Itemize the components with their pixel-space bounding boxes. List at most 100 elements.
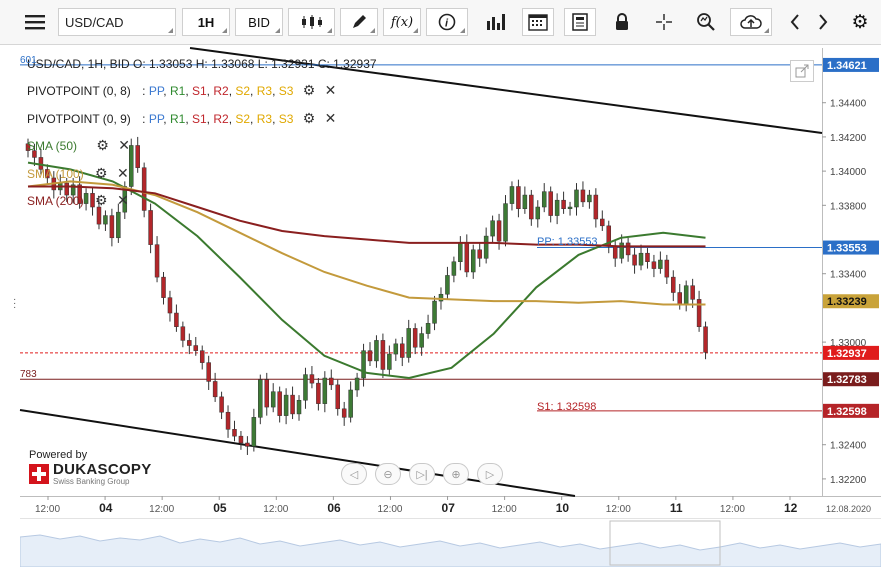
zoom-in-button[interactable]: ⊕ <box>443 463 469 485</box>
candle-body <box>703 326 708 353</box>
candle-body <box>258 379 263 418</box>
time-tick-label: 12:00 <box>149 504 174 515</box>
nav-forward-button[interactable]: ▷ <box>477 463 503 485</box>
pivot-legend-1: PIVOTPOINT (0, 8) : PP, R1, S1, R2, S2, … <box>27 82 336 99</box>
candle-body <box>690 285 695 300</box>
candle-body <box>509 186 515 204</box>
sma-line-50 <box>27 161 706 380</box>
candle-body <box>361 350 366 379</box>
candle-body <box>161 276 166 298</box>
candle-body <box>638 252 644 266</box>
nav-back-button[interactable]: ◁ <box>341 463 367 485</box>
candle-body <box>341 408 347 418</box>
dukascopy-logo[interactable]: DUKASCOPY Swiss Banking Group <box>29 462 152 486</box>
pivot-level-pp: PP <box>148 84 164 98</box>
candle-body <box>619 242 624 259</box>
expand-chart-button[interactable] <box>790 60 814 82</box>
candle-body <box>664 259 670 278</box>
price-tick-label: 1.34000 <box>830 167 867 178</box>
candle-body <box>651 261 657 269</box>
level-label-cut-mid: 783 <box>20 369 37 380</box>
pivot-level-s3: S3 <box>278 112 294 126</box>
candle-body <box>251 417 257 447</box>
candle-body <box>309 374 315 384</box>
price-tag: 1.33239 <box>827 296 867 308</box>
pivot1-levels: : PP, R1, S1, R2, S2, R3, S3 <box>142 84 294 98</box>
candle-body <box>600 218 605 227</box>
candle-body <box>548 191 553 216</box>
candle-body <box>483 235 489 259</box>
candle-body <box>535 206 541 220</box>
candle-body <box>470 249 476 273</box>
close-icon[interactable]: ✕ <box>325 110 337 127</box>
close-icon[interactable]: ✕ <box>118 137 130 154</box>
candle-body <box>187 340 192 346</box>
candle-body <box>322 377 328 404</box>
time-tick-label: 04 <box>99 501 113 515</box>
price-tick-label: 1.33400 <box>830 270 867 281</box>
candle-body <box>316 382 321 404</box>
close-icon[interactable]: ✕ <box>117 165 129 182</box>
time-tick-label: 05 <box>213 501 227 515</box>
candle-body <box>374 340 379 362</box>
candle-body <box>154 244 160 278</box>
time-axis-date: 12.08.2020 <box>826 504 871 514</box>
pivot-level-r2: R2 <box>213 112 229 126</box>
sma200-label: SMA (200) <box>27 194 84 208</box>
pivot-level-r3: R3 <box>256 84 273 98</box>
gear-icon[interactable]: ⚙ <box>96 137 109 154</box>
candle-body <box>335 384 340 410</box>
gear-icon[interactable]: ⚙ <box>95 165 108 182</box>
candle-body <box>477 249 482 259</box>
candle-body <box>219 396 224 413</box>
close-icon[interactable]: ✕ <box>117 192 129 209</box>
candle-body <box>406 328 411 358</box>
time-tick-label: 07 <box>442 501 456 515</box>
candle-body <box>593 194 599 220</box>
triangle-right-icon: ▷ <box>485 468 495 481</box>
close-icon[interactable]: ✕ <box>325 82 337 99</box>
brand-name: DUKASCOPY <box>53 461 152 478</box>
reset-button[interactable]: ▷| <box>409 463 435 485</box>
candle-body <box>458 242 463 262</box>
brand-sub: Swiss Banking Group <box>53 477 130 486</box>
candle-body <box>380 340 386 370</box>
candle-body <box>232 429 237 437</box>
candle-body <box>135 145 140 168</box>
candle-body <box>612 246 618 259</box>
expand-icon <box>795 64 809 78</box>
price-tag: 1.33553 <box>827 243 867 255</box>
sma-line-100 <box>27 180 706 306</box>
candle-body <box>116 211 121 239</box>
candle-body <box>464 242 470 273</box>
sma50-legend: SMA (50) ⚙ ✕ <box>27 137 130 154</box>
pivot-level-s1: S1 <box>191 84 207 98</box>
candle-body <box>632 254 637 266</box>
gear-icon[interactable]: ⚙ <box>303 82 316 99</box>
time-tick-label: 12:00 <box>263 504 288 515</box>
price-tag: 1.32783 <box>827 374 867 386</box>
gear-icon[interactable]: ⚙ <box>303 110 316 127</box>
candle-body <box>541 191 547 208</box>
pivot-level-s2: S2 <box>235 112 251 126</box>
candle-body <box>516 186 521 209</box>
zoom-out-button[interactable]: ⊖ <box>375 463 401 485</box>
candle-body <box>522 194 528 209</box>
candle-body <box>141 167 147 211</box>
gear-icon[interactable]: ⚙ <box>95 192 108 209</box>
reset-icon: ▷| <box>416 468 428 481</box>
candle-body <box>658 259 663 269</box>
candle-body <box>245 442 250 447</box>
price-tick-label: 1.32400 <box>830 441 867 452</box>
candle-body <box>270 391 276 408</box>
candle-body <box>96 206 102 225</box>
pivot-level-s3: S3 <box>278 84 294 98</box>
candle-body <box>445 275 450 295</box>
candle-body <box>419 333 424 348</box>
candle-body <box>438 293 444 302</box>
pivot-level-s2: S2 <box>235 84 251 98</box>
candle-body <box>206 362 211 382</box>
pivot-level-pp: PP <box>148 112 164 126</box>
candle-body <box>387 353 392 370</box>
sma100-label: SMA (100) <box>27 167 84 181</box>
